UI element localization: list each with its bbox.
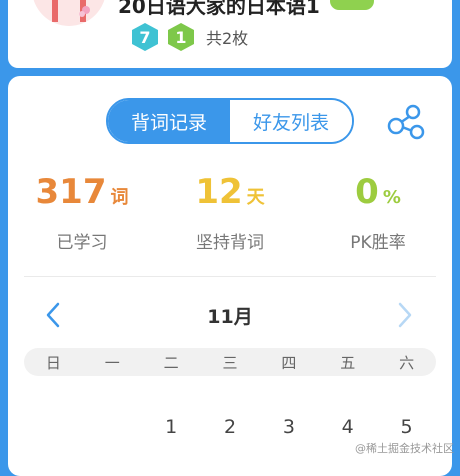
- tab-switcher: 背词记录 好友列表: [106, 98, 354, 144]
- calendar-day[interactable]: 4: [318, 416, 377, 438]
- share-button[interactable]: [386, 102, 426, 142]
- month-label: 11月: [207, 306, 253, 328]
- stat-streak-value: 12: [195, 172, 243, 212]
- calendar-day-empty: [24, 416, 83, 438]
- stat-pk-unit: %: [382, 187, 401, 208]
- weekday-mon: 一: [104, 353, 120, 372]
- tab-word-record[interactable]: 背词记录: [108, 100, 230, 142]
- stat-streak: 12 天 坚持背词: [156, 172, 304, 253]
- weekday-sun: 日: [45, 353, 61, 372]
- stat-learned: 317 词 已学习: [8, 172, 156, 253]
- stat-learned-unit: 词: [110, 187, 129, 208]
- stat-value-row: 12 天: [156, 172, 304, 218]
- torii-gate-avatar: [32, 0, 106, 26]
- stat-value-row: 317 词: [8, 172, 156, 218]
- prev-month-button[interactable]: [38, 300, 68, 330]
- calendar-header: 11月: [8, 298, 452, 332]
- tab-friend-list[interactable]: 好友列表: [230, 100, 352, 142]
- badge-row: 7 1 共2枚: [132, 23, 248, 51]
- next-month-button[interactable]: [390, 300, 420, 330]
- watermark: @稀土掘金技术社区: [355, 442, 454, 455]
- stat-pk-label: PK胜率: [350, 233, 406, 253]
- stat-pk-value: 0: [355, 172, 379, 212]
- badge-hex-teal: 7: [132, 23, 158, 51]
- stat-learned-label: 已学习: [56, 233, 108, 253]
- badge-hex-green: 1: [168, 23, 194, 51]
- calendar-day[interactable]: 3: [259, 416, 318, 438]
- weekday-tue: 二: [163, 353, 179, 372]
- stat-learned-value: 317: [35, 172, 107, 212]
- badge-total: 共2枚: [206, 29, 249, 48]
- calendar-day[interactable]: 1: [142, 416, 201, 438]
- book-card: 20日语大家的日本语1 7 1 共2枚: [8, 0, 452, 68]
- calendar-day-empty: [83, 416, 142, 438]
- stat-pk-rate: 0% PK胜率: [304, 172, 452, 253]
- stat-streak-unit: 天: [246, 187, 265, 208]
- stat-value-row: 0%: [304, 172, 452, 218]
- share-icon: [387, 104, 425, 140]
- stats-row: 317 词 已学习 12 天 坚持背词 0% PK胜率: [8, 172, 452, 253]
- weekday-thu: 四: [281, 353, 297, 372]
- weekday-header: 日 一 二 三 四 五 六: [24, 348, 436, 376]
- calendar-day[interactable]: 5: [377, 416, 436, 438]
- divider: [24, 276, 436, 277]
- weekday-wed: 三: [222, 353, 238, 372]
- book-tag: [330, 0, 374, 10]
- weekday-sat: 六: [399, 353, 415, 372]
- chevron-right-icon: [398, 302, 412, 328]
- torii-icon: [52, 0, 90, 22]
- stat-streak-label: 坚持背词: [196, 233, 264, 253]
- calendar-week-row: 1 2 3 4 5: [24, 416, 436, 438]
- calendar-day[interactable]: 2: [201, 416, 260, 438]
- weekday-fri: 五: [340, 353, 356, 372]
- book-title: 20日语大家的日本语1: [118, 0, 320, 18]
- chevron-left-icon: [46, 302, 60, 328]
- record-card: 背词记录 好友列表 317 词 已学习 12 天 坚持背词 0% PK胜率 11…: [8, 76, 452, 476]
